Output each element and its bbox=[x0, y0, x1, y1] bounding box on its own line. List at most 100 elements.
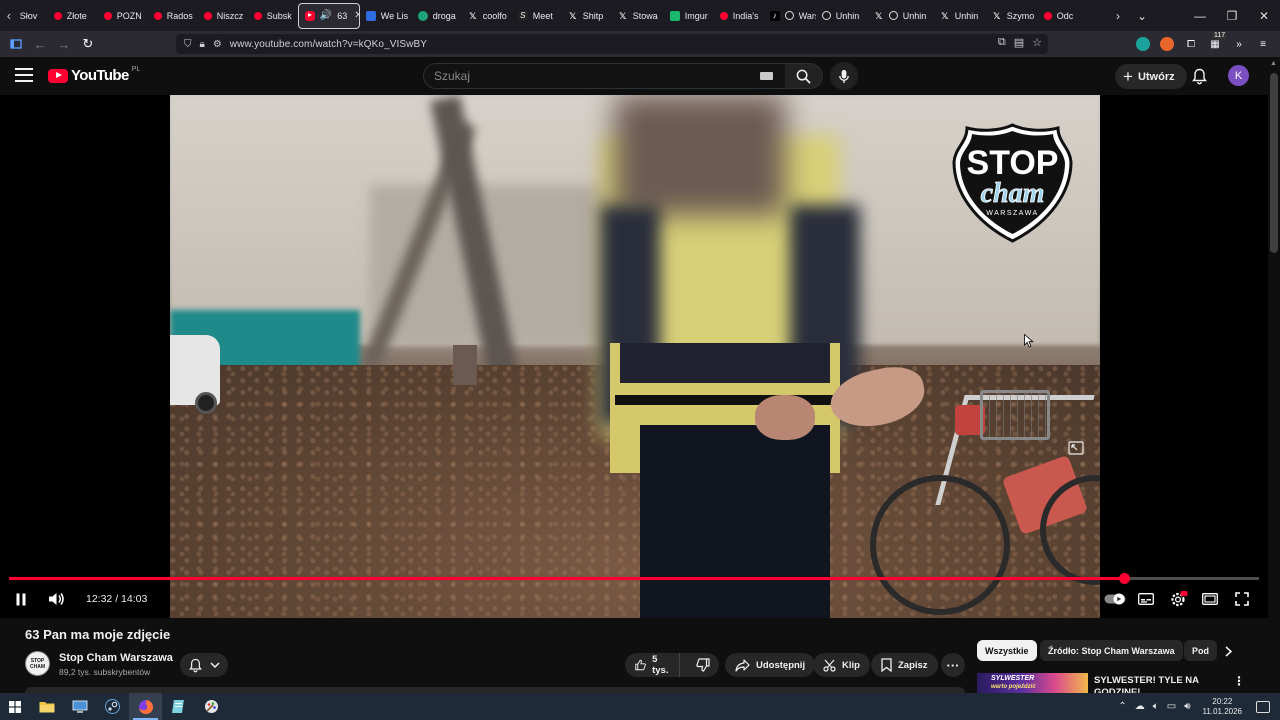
tray-overflow-chevron-icon[interactable]: ⌃ bbox=[1118, 701, 1126, 712]
browser-tab[interactable]: 𝕏 coolfo bbox=[462, 3, 512, 29]
keyboard-icon[interactable] bbox=[760, 72, 773, 80]
search-box[interactable] bbox=[423, 63, 786, 89]
account-avatar[interactable]: K bbox=[1228, 65, 1249, 86]
restore-window-button[interactable]: ❐ bbox=[1216, 0, 1248, 31]
browser-tab[interactable]: We Lis bbox=[360, 3, 412, 29]
fullscreen-button[interactable] bbox=[1233, 589, 1251, 609]
list-all-tabs-chevron-icon[interactable]: ⌄ bbox=[1130, 9, 1154, 23]
tab-scroll-left-button[interactable]: ‹ bbox=[0, 0, 18, 31]
scrollbar-thumb[interactable] bbox=[1270, 73, 1278, 253]
subtitles-button[interactable] bbox=[1137, 589, 1155, 609]
theater-mode-button[interactable] bbox=[1201, 589, 1219, 609]
chip-partial[interactable]: Pod bbox=[1184, 640, 1217, 661]
lock-icon[interactable]: 🔒︎ bbox=[200, 39, 205, 50]
settings-button[interactable] bbox=[1169, 589, 1189, 609]
network-cloud-icon[interactable]: ☁ bbox=[1135, 701, 1145, 712]
start-button[interactable] bbox=[0, 693, 30, 720]
recommendation-menu-icon[interactable]: ⋮ bbox=[1232, 674, 1246, 690]
browser-tab[interactable]: Słov bbox=[18, 3, 48, 29]
miniplayer-icon[interactable] bbox=[1068, 441, 1084, 455]
chip-all[interactable]: Wszystkie bbox=[977, 640, 1037, 661]
speaker-icon[interactable]: 🔈︎ bbox=[1153, 701, 1159, 712]
browser-tab[interactable]: Imgur bbox=[664, 3, 714, 29]
privacy-extension-icon[interactable] bbox=[1136, 37, 1150, 51]
browser-tab[interactable]: droga bbox=[412, 3, 462, 29]
browser-tab-active[interactable]: 🔊 63 ✕ bbox=[297, 2, 360, 29]
taskbar-file-explorer[interactable] bbox=[30, 693, 63, 720]
browser-tab[interactable]: Subsk bbox=[248, 3, 298, 29]
bookmark-star-icon[interactable]: ☆ bbox=[1032, 36, 1042, 49]
browser-tab[interactable]: 𝕏 Szymo bbox=[986, 3, 1038, 29]
close-window-button[interactable]: ✕ bbox=[1248, 0, 1280, 31]
taskbar-firefox[interactable] bbox=[129, 693, 162, 720]
browser-tab[interactable]: S Meet bbox=[512, 3, 562, 29]
guide-menu-icon[interactable] bbox=[15, 68, 33, 82]
more-actions-button[interactable]: ··· bbox=[941, 653, 965, 677]
subscription-notifications-button[interactable] bbox=[180, 653, 228, 677]
extension-counter-icon[interactable]: ▦ 117 bbox=[1208, 32, 1228, 51]
recommendation-thumbnail[interactable]: SYLWESTER warto pojeździć bbox=[977, 673, 1088, 693]
autoplay-toggle[interactable] bbox=[1104, 589, 1126, 609]
share-button[interactable]: Udostępnij bbox=[725, 653, 816, 677]
browser-tab[interactable]: Unhin bbox=[816, 3, 868, 29]
youtube-logo[interactable]: YouTube PL bbox=[48, 66, 140, 84]
search-button[interactable] bbox=[785, 63, 823, 89]
chip-scroll-right-button[interactable] bbox=[1218, 641, 1238, 661]
browser-tab[interactable]: Odc bbox=[1038, 3, 1074, 29]
browser-tab[interactable]: 𝕏 Unhin bbox=[934, 3, 986, 29]
save-button[interactable]: Zapisz bbox=[871, 653, 938, 677]
permissions-icon[interactable]: ⚙ bbox=[213, 39, 222, 50]
overflow-chevrons-icon[interactable]: » bbox=[1232, 37, 1246, 51]
browser-tab[interactable]: Złote bbox=[48, 3, 98, 29]
sidebar-toggle-icon[interactable] bbox=[4, 31, 28, 57]
chip-from-channel[interactable]: Źródło: Stop Cham Warszawa bbox=[1040, 640, 1183, 661]
picture-in-picture-icon[interactable]: ⧉ bbox=[998, 36, 1006, 49]
puzzle-extensions-icon[interactable]: ⧠ bbox=[1184, 37, 1198, 51]
reader-view-icon[interactable]: ▤ bbox=[1014, 36, 1024, 49]
back-button[interactable]: ← bbox=[28, 31, 52, 57]
browser-tab[interactable]: 𝕏 Stowa bbox=[612, 3, 664, 29]
video-frame[interactable]: STOP cham WARSZAWA bbox=[170, 95, 1100, 618]
taskbar-clock[interactable]: 20:22 11.01.2026 bbox=[1203, 697, 1242, 717]
close-tab-icon[interactable]: ✕ bbox=[354, 10, 359, 21]
create-button[interactable]: + Utwórz bbox=[1115, 64, 1187, 89]
taskbar-steam[interactable] bbox=[96, 693, 129, 720]
shield-icon[interactable]: ⛉ bbox=[184, 39, 192, 50]
progress-bar[interactable] bbox=[9, 573, 1259, 584]
taskbar-app[interactable] bbox=[162, 693, 195, 720]
fox-extension-icon[interactable] bbox=[1160, 37, 1174, 51]
taskbar-app[interactable] bbox=[195, 693, 228, 720]
like-button[interactable]: 5 tys. bbox=[625, 653, 681, 677]
search-input[interactable] bbox=[434, 69, 734, 83]
url-bar[interactable]: ⛉ 🔒︎ ⚙ www.youtube.com/watch?v=kQKo_VISw… bbox=[176, 34, 1048, 54]
forward-button[interactable]: → bbox=[52, 31, 76, 57]
browser-tab[interactable]: 𝕏 Unhin bbox=[868, 3, 934, 29]
progress-scrubber-handle[interactable] bbox=[1119, 573, 1131, 584]
tab-scroll-right-button[interactable]: › bbox=[1106, 9, 1130, 23]
speaker-icon[interactable]: 🔊 bbox=[320, 10, 332, 21]
dislike-button[interactable] bbox=[686, 653, 720, 677]
notification-center-icon[interactable] bbox=[1256, 700, 1270, 713]
browser-tab[interactable]: 𝕏 Shitp bbox=[562, 3, 612, 29]
url-text[interactable]: www.youtube.com/watch?v=kQKo_VISwBY bbox=[230, 39, 427, 50]
minimize-window-button[interactable]: — bbox=[1184, 0, 1216, 31]
channel-name[interactable]: Stop Cham Warszawa bbox=[59, 652, 173, 664]
browser-tab[interactable]: Niszcz bbox=[198, 3, 248, 29]
mute-button[interactable] bbox=[46, 589, 66, 609]
taskbar-app[interactable] bbox=[63, 693, 96, 720]
display-icon[interactable]: ▭ bbox=[1167, 701, 1176, 712]
scroll-up-arrow-icon[interactable]: ▲ bbox=[1270, 60, 1277, 67]
recommendation-title[interactable]: SYLWESTER! TYLE NA GODZINĘ! bbox=[1094, 675, 1224, 693]
channel-avatar[interactable]: STOP CHAM bbox=[25, 651, 50, 676]
browser-tab[interactable]: POZN bbox=[98, 3, 148, 29]
browser-tab[interactable]: ♪ Warsz bbox=[764, 3, 816, 29]
browser-tab[interactable]: India's bbox=[714, 3, 764, 29]
app-menu-icon[interactable]: ≡ bbox=[1256, 37, 1270, 51]
video-player[interactable]: STOP cham WARSZAWA 12:32 / 14:03 bbox=[0, 95, 1268, 618]
pause-button[interactable] bbox=[12, 589, 30, 609]
reload-button[interactable]: ↻ bbox=[76, 31, 100, 57]
clip-button[interactable]: Klip bbox=[813, 653, 870, 677]
notifications-bell-icon[interactable] bbox=[1189, 66, 1209, 86]
browser-tab[interactable]: Rados bbox=[148, 3, 198, 29]
volume-icon[interactable]: 🔊︎ bbox=[1184, 701, 1190, 712]
